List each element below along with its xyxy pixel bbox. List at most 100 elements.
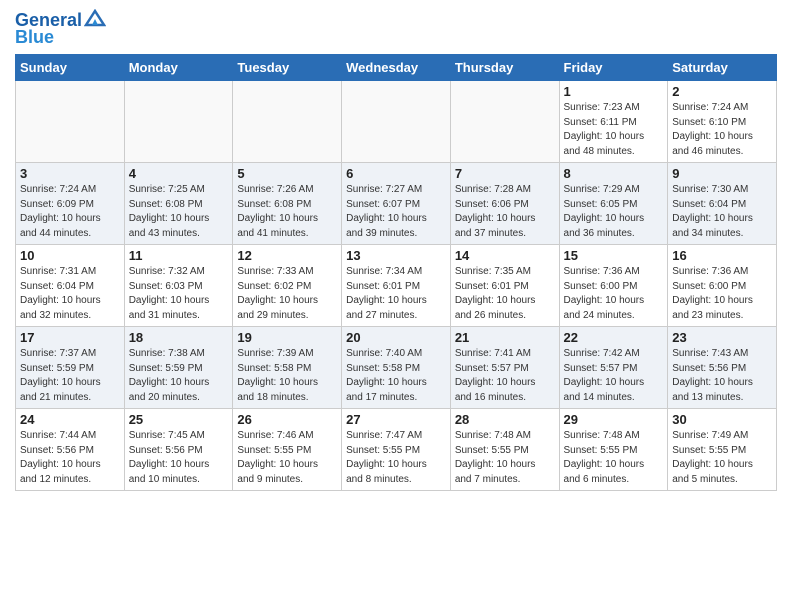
day-number: 26 (237, 412, 337, 427)
day-number: 16 (672, 248, 772, 263)
day-info: Sunrise: 7:39 AM Sunset: 5:58 PM Dayligh… (237, 347, 337, 405)
weekday-header-row: SundayMondayTuesdayWednesdayThursdayFrid… (16, 55, 777, 81)
calendar-cell: 28Sunrise: 7:48 AM Sunset: 5:55 PM Dayli… (450, 409, 559, 491)
calendar-cell: 29 Sunrise: 7:48 AM Sunset: 5:55 PM Dayli… (559, 409, 668, 491)
calendar-cell: 30 Sunrise: 7:49 AM Sunset: 5:55 PM Dayli… (668, 409, 777, 491)
day-info: Sunrise: 7:48 AM Sunset: 5:55 PM Dayligh… (455, 429, 555, 487)
day-info: Sunrise: 7:47 AM Sunset: 5:55 PM Dayligh… (346, 429, 446, 487)
calendar-cell: 4Sunrise: 7:25 AM Sunset: 6:08 PM Daylig… (124, 163, 233, 245)
day-info: Sunrise: 7:29 AM Sunset: 6:05 PM Dayligh… (564, 183, 664, 241)
day-info: Sunrise: 7:23 AM Sunset: 6:11 PM Dayligh… (564, 101, 664, 159)
weekday-header-friday: Friday (559, 55, 668, 81)
day-number: 8 (564, 166, 664, 181)
calendar-cell: 13Sunrise: 7:34 AM Sunset: 6:01 PM Dayli… (342, 245, 451, 327)
day-number: 19 (237, 330, 337, 345)
day-number: 3 (20, 166, 120, 181)
weekday-header-thursday: Thursday (450, 55, 559, 81)
day-info: Sunrise: 7:44 AM Sunset: 5:56 PM Dayligh… (20, 429, 120, 487)
day-info: Sunrise: 7:35 AM Sunset: 6:01 PM Dayligh… (455, 265, 555, 323)
day-info: Sunrise: 7:36 AM Sunset: 6:00 PM Dayligh… (672, 265, 772, 323)
day-info: Sunrise: 7:45 AM Sunset: 5:56 PM Dayligh… (129, 429, 229, 487)
calendar-table: SundayMondayTuesdayWednesdayThursdayFrid… (15, 54, 777, 491)
calendar-cell: 23 Sunrise: 7:43 AM Sunset: 5:56 PM Dayli… (668, 327, 777, 409)
day-info: Sunrise: 7:41 AM Sunset: 5:57 PM Dayligh… (455, 347, 555, 405)
day-number: 22 (564, 330, 664, 345)
calendar-cell: 2 Sunrise: 7:24 AM Sunset: 6:10 PM Daylig… (668, 81, 777, 163)
day-number: 17 (20, 330, 120, 345)
calendar-cell: 9Sunrise: 7:30 AM Sunset: 6:04 PM Daylig… (668, 163, 777, 245)
calendar-week-2: 3 Sunrise: 7:24 AM Sunset: 6:09 PM Daylig… (16, 163, 777, 245)
calendar-cell: 8 Sunrise: 7:29 AM Sunset: 6:05 PM Daylig… (559, 163, 668, 245)
calendar-cell: 12 Sunrise: 7:33 AM Sunset: 6:02 PM Dayli… (233, 245, 342, 327)
calendar-body: 1 Sunrise: 7:23 AM Sunset: 6:11 PM Daylig… (16, 81, 777, 491)
day-number: 2 (672, 84, 772, 99)
calendar-cell: 6Sunrise: 7:27 AM Sunset: 6:07 PM Daylig… (342, 163, 451, 245)
calendar-cell: 19 Sunrise: 7:39 AM Sunset: 5:58 PM Dayli… (233, 327, 342, 409)
day-number: 5 (237, 166, 337, 181)
calendar-header: SundayMondayTuesdayWednesdayThursdayFrid… (16, 55, 777, 81)
calendar-cell: 1 Sunrise: 7:23 AM Sunset: 6:11 PM Daylig… (559, 81, 668, 163)
day-info: Sunrise: 7:37 AM Sunset: 5:59 PM Dayligh… (20, 347, 120, 405)
calendar-cell: 27Sunrise: 7:47 AM Sunset: 5:55 PM Dayli… (342, 409, 451, 491)
day-info: Sunrise: 7:46 AM Sunset: 5:55 PM Dayligh… (237, 429, 337, 487)
day-info: Sunrise: 7:24 AM Sunset: 6:10 PM Dayligh… (672, 101, 772, 159)
calendar-cell: 11 Sunrise: 7:32 AM Sunset: 6:03 PM Dayli… (124, 245, 233, 327)
day-info: Sunrise: 7:28 AM Sunset: 6:06 PM Dayligh… (455, 183, 555, 241)
weekday-header-saturday: Saturday (668, 55, 777, 81)
day-info: Sunrise: 7:49 AM Sunset: 5:55 PM Dayligh… (672, 429, 772, 487)
day-info: Sunrise: 7:32 AM Sunset: 6:03 PM Dayligh… (129, 265, 229, 323)
day-number: 25 (129, 412, 229, 427)
day-info: Sunrise: 7:36 AM Sunset: 6:00 PM Dayligh… (564, 265, 664, 323)
weekday-header-sunday: Sunday (16, 55, 125, 81)
calendar-cell: 22 Sunrise: 7:42 AM Sunset: 5:57 PM Dayli… (559, 327, 668, 409)
day-number: 11 (129, 248, 229, 263)
calendar-cell (342, 81, 451, 163)
header: General Blue (15, 10, 777, 48)
calendar-cell: 16 Sunrise: 7:36 AM Sunset: 6:00 PM Dayli… (668, 245, 777, 327)
calendar-week-1: 1 Sunrise: 7:23 AM Sunset: 6:11 PM Daylig… (16, 81, 777, 163)
calendar-cell (233, 81, 342, 163)
day-info: Sunrise: 7:27 AM Sunset: 6:07 PM Dayligh… (346, 183, 446, 241)
calendar-week-3: 10Sunrise: 7:31 AM Sunset: 6:04 PM Dayli… (16, 245, 777, 327)
day-number: 23 (672, 330, 772, 345)
logo-icon (84, 9, 106, 27)
calendar-week-4: 17 Sunrise: 7:37 AM Sunset: 5:59 PM Dayli… (16, 327, 777, 409)
calendar-cell: 14 Sunrise: 7:35 AM Sunset: 6:01 PM Dayli… (450, 245, 559, 327)
day-number: 20 (346, 330, 446, 345)
calendar-cell: 18Sunrise: 7:38 AM Sunset: 5:59 PM Dayli… (124, 327, 233, 409)
calendar-cell: 15Sunrise: 7:36 AM Sunset: 6:00 PM Dayli… (559, 245, 668, 327)
calendar-cell: 21 Sunrise: 7:41 AM Sunset: 5:57 PM Dayli… (450, 327, 559, 409)
day-number: 30 (672, 412, 772, 427)
day-info: Sunrise: 7:48 AM Sunset: 5:55 PM Dayligh… (564, 429, 664, 487)
day-info: Sunrise: 7:33 AM Sunset: 6:02 PM Dayligh… (237, 265, 337, 323)
calendar-cell: 17 Sunrise: 7:37 AM Sunset: 5:59 PM Dayli… (16, 327, 125, 409)
day-info: Sunrise: 7:26 AM Sunset: 6:08 PM Dayligh… (237, 183, 337, 241)
day-info: Sunrise: 7:40 AM Sunset: 5:58 PM Dayligh… (346, 347, 446, 405)
calendar-cell (16, 81, 125, 163)
day-number: 7 (455, 166, 555, 181)
calendar-cell: 26 Sunrise: 7:46 AM Sunset: 5:55 PM Dayli… (233, 409, 342, 491)
day-number: 4 (129, 166, 229, 181)
logo: General Blue (15, 10, 106, 48)
day-info: Sunrise: 7:42 AM Sunset: 5:57 PM Dayligh… (564, 347, 664, 405)
logo-text: General Blue (15, 10, 106, 48)
page-container: General Blue SundayMondayTuesdayWednesda… (0, 0, 792, 501)
weekday-header-wednesday: Wednesday (342, 55, 451, 81)
calendar-cell (124, 81, 233, 163)
day-number: 1 (564, 84, 664, 99)
day-number: 18 (129, 330, 229, 345)
calendar-cell: 25 Sunrise: 7:45 AM Sunset: 5:56 PM Dayli… (124, 409, 233, 491)
calendar-cell: 5 Sunrise: 7:26 AM Sunset: 6:08 PM Daylig… (233, 163, 342, 245)
day-info: Sunrise: 7:24 AM Sunset: 6:09 PM Dayligh… (20, 183, 120, 241)
day-number: 12 (237, 248, 337, 263)
day-info: Sunrise: 7:34 AM Sunset: 6:01 PM Dayligh… (346, 265, 446, 323)
calendar-cell: 3 Sunrise: 7:24 AM Sunset: 6:09 PM Daylig… (16, 163, 125, 245)
day-number: 14 (455, 248, 555, 263)
day-number: 21 (455, 330, 555, 345)
day-number: 29 (564, 412, 664, 427)
day-number: 10 (20, 248, 120, 263)
day-info: Sunrise: 7:30 AM Sunset: 6:04 PM Dayligh… (672, 183, 772, 241)
day-info: Sunrise: 7:43 AM Sunset: 5:56 PM Dayligh… (672, 347, 772, 405)
calendar-cell (450, 81, 559, 163)
day-number: 24 (20, 412, 120, 427)
